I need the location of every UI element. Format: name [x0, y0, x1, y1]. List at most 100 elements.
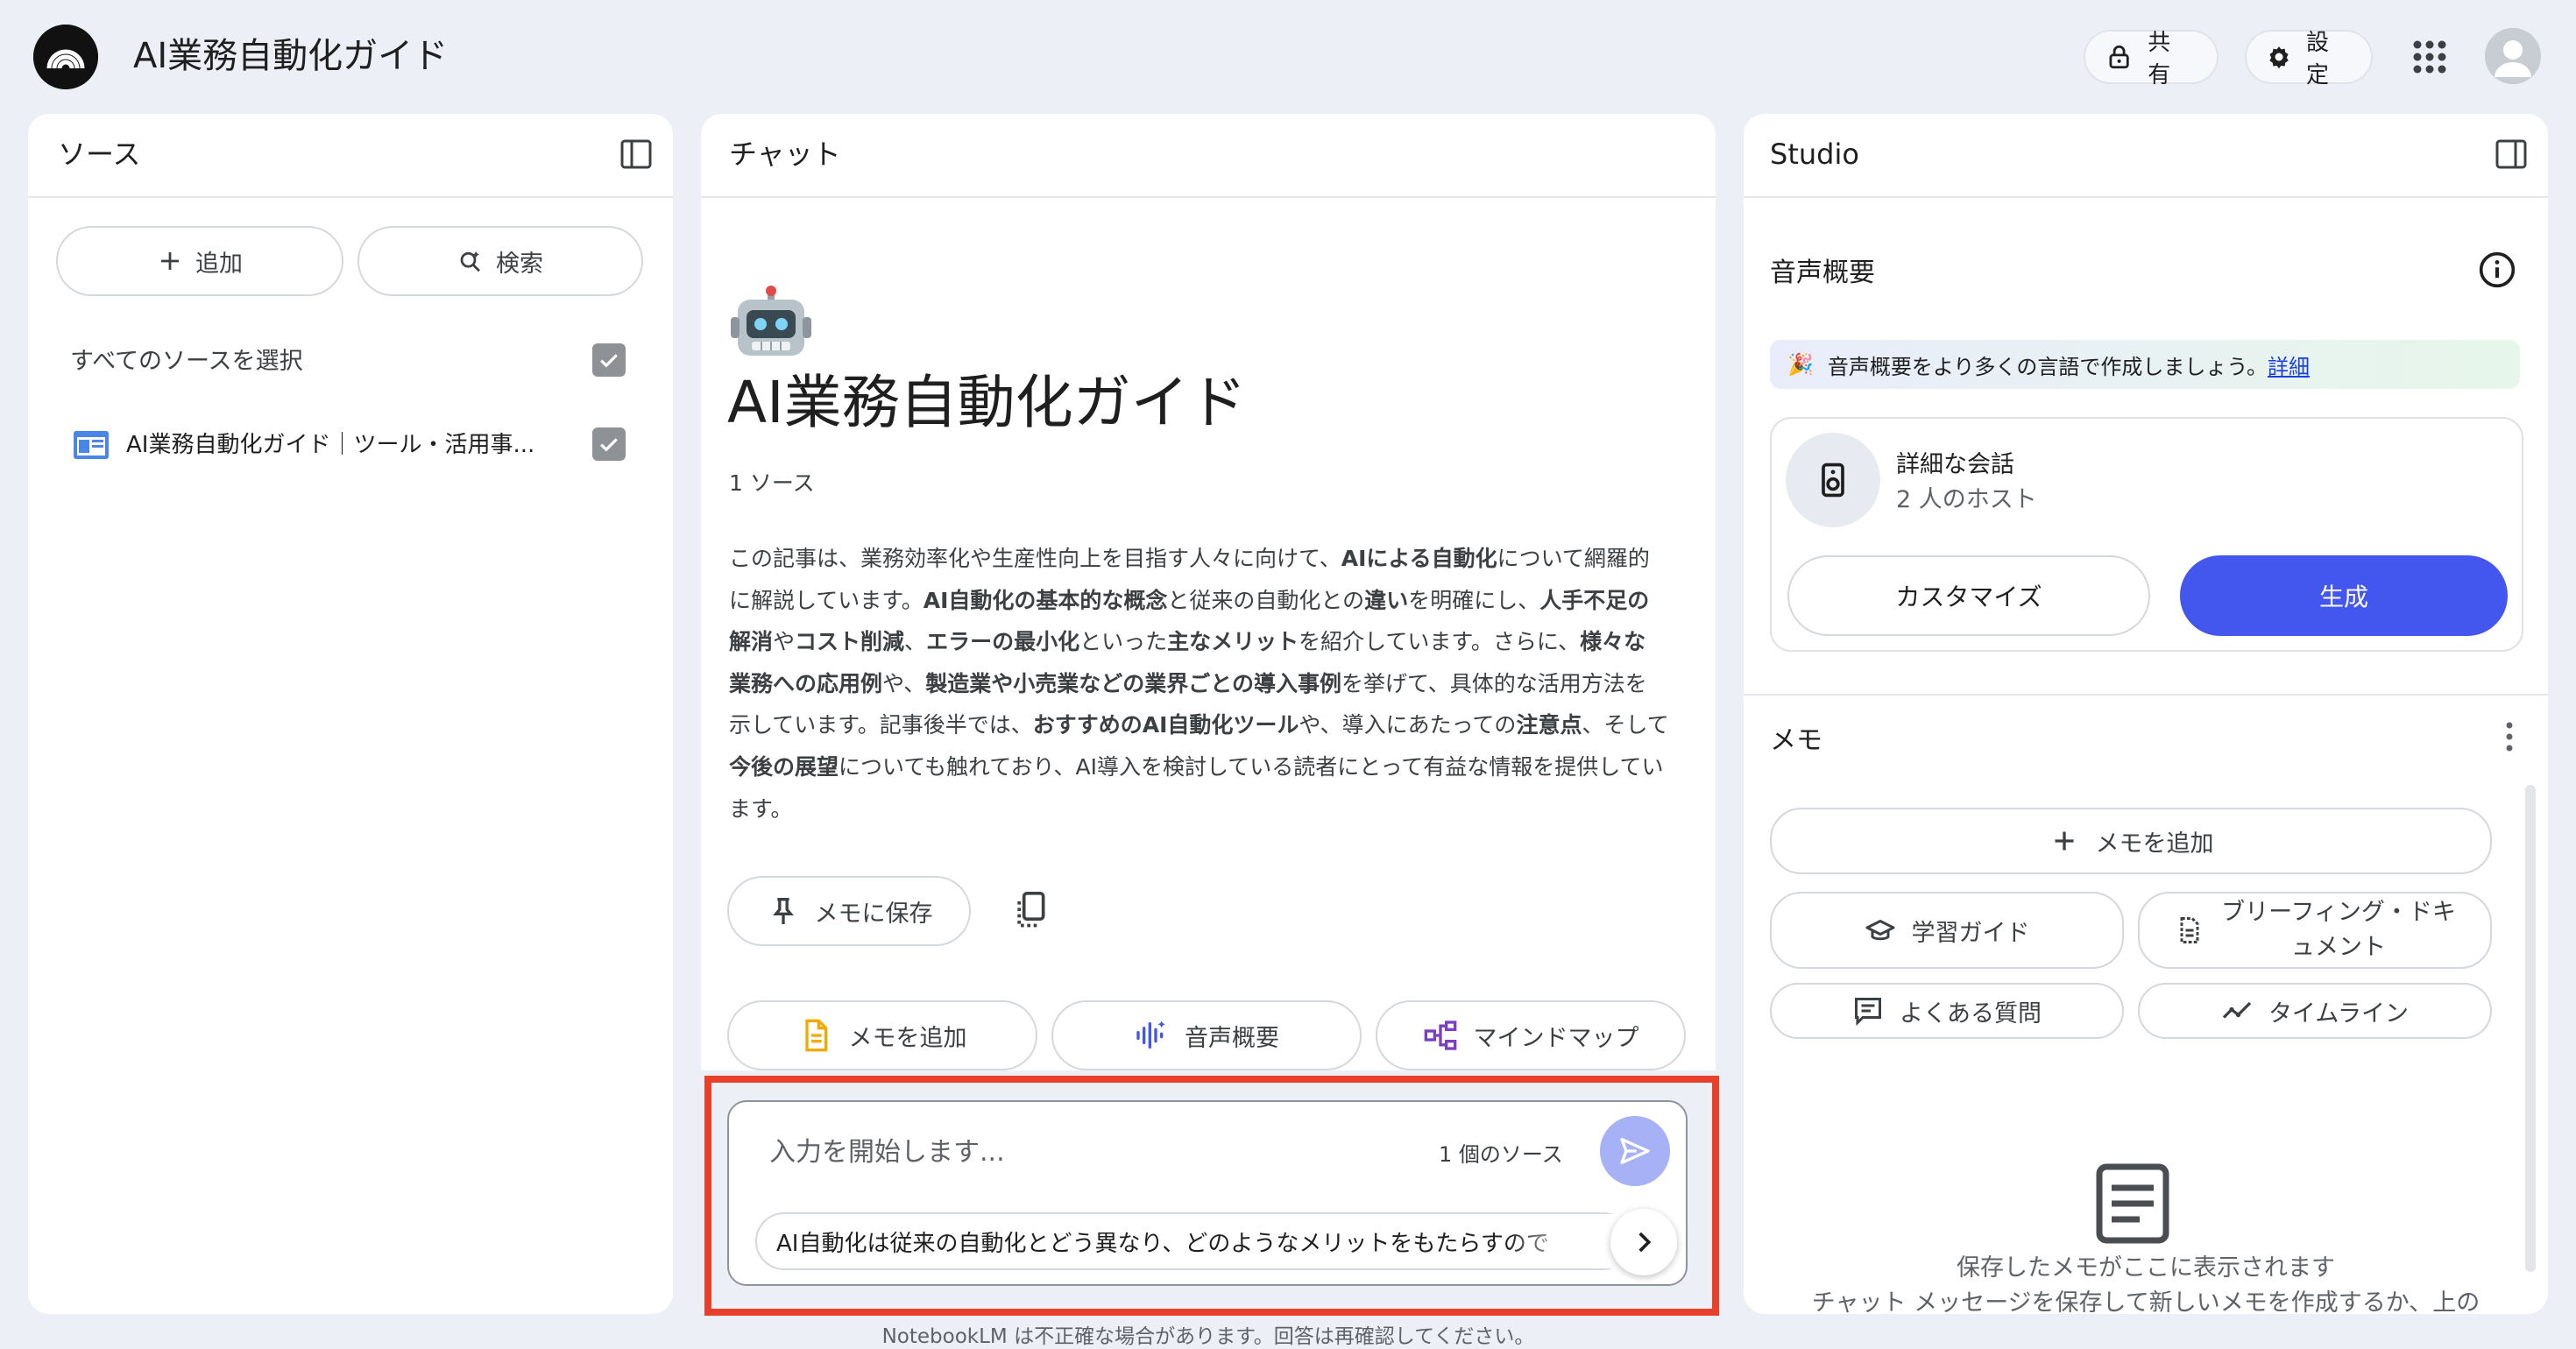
info-icon[interactable] [2478, 251, 2516, 289]
notebook-title: AI業務自動化ガイド [727, 369, 1247, 436]
audio-overview-chip[interactable]: 音声概要 [1051, 1000, 1362, 1070]
notebooklm-logo[interactable] [33, 25, 98, 89]
mind-map-chip[interactable]: マインドマップ [1376, 1000, 1686, 1070]
summary-line: に解説しています。AI自動化の基本的な概念と従来の自動化との違いを明確にし、人手… [729, 580, 1693, 622]
faq-icon [1855, 998, 1881, 1027]
divider [701, 196, 1716, 198]
summary-text: 、 [904, 629, 927, 655]
settings-label: 設定 [2306, 30, 2330, 88]
notes-icon [2091, 1162, 2175, 1246]
speaker-icon-wrap [1786, 433, 1880, 527]
lock-icon [2109, 45, 2129, 69]
memo-section-title: メモ [1770, 725, 1822, 756]
summary-text: と従来の自動化との [1167, 587, 1365, 613]
divider [1744, 196, 2548, 198]
briefing-doc-button[interactable]: ブリーフィング・ドキ ュメント [2138, 892, 2492, 969]
audio-card-title: 詳細な会話 [1896, 451, 2014, 478]
source-count: 1 ソース [729, 470, 815, 496]
summary-text: や、導入にあたっての [1299, 712, 1517, 738]
studio-panel-title: Studio [1770, 138, 1859, 171]
summary-text: に解説しています。 [729, 587, 924, 613]
scrollbar[interactable] [2525, 785, 2536, 1272]
summary-text: 示しています。記事後半では、 [729, 712, 1033, 738]
summary-emphasis: 業務への応用例 [729, 670, 883, 696]
summary-text: を挙げて、具体的な活用方法を [1341, 670, 1647, 696]
webpage-source-icon [72, 429, 110, 461]
customize-button[interactable]: カスタマイズ [1787, 555, 2150, 636]
banner-details-link[interactable]: 詳細 [2268, 355, 2310, 379]
faq-button[interactable]: よくある質問 [1770, 983, 2124, 1039]
more-vert-icon[interactable] [2502, 720, 2516, 753]
notebook-emoji: 🤖 [729, 286, 813, 370]
summary-emphasis: 様々な [1580, 629, 1646, 655]
apps-grid-icon[interactable] [2408, 35, 2452, 79]
summary-text: についても触れており、AI導入を検討している読者にとって有益な情報を提供してい [839, 753, 1664, 780]
summary-line: 業務への応用例や、製造業や小売業などの業界ごとの導入事例を挙げて、具体的な活用方… [729, 663, 1693, 705]
user-avatar[interactable] [2485, 28, 2541, 84]
timeline-button[interactable]: タイムライン [2138, 983, 2492, 1039]
select-all-checkbox[interactable] [592, 343, 626, 377]
banner-text: 音声概要をより多くの言語で作成しましょう。詳細 [1827, 354, 2310, 379]
plus-icon [161, 252, 179, 270]
person-icon [2485, 28, 2541, 84]
copy-icon[interactable] [1011, 890, 1050, 932]
discover-sources-label: 検索 [496, 250, 543, 278]
summary-emphasis: おすすめのAI自動化ツール [1032, 712, 1299, 738]
add-source-label: 追加 [195, 250, 243, 278]
select-all-label: すべてのソースを選択 [70, 348, 303, 375]
notebook-title-header[interactable]: AI業務自動化ガイド [133, 33, 448, 79]
language-banner: 🎉 音声概要をより多くの言語で作成しましょう。詳細 [1770, 340, 2520, 389]
collapse-panel-icon[interactable] [2494, 137, 2529, 172]
add-memo-button-label: メモを追加 [2095, 830, 2214, 858]
source-item-label[interactable]: AI業務自動化ガイド｜ツール・活用事... [126, 427, 534, 459]
share-button[interactable]: 共有 [2084, 30, 2219, 88]
save-to-memo-label: メモに保存 [814, 900, 933, 928]
source-item-checkbox[interactable] [592, 427, 626, 461]
collapse-panel-icon[interactable] [619, 137, 654, 172]
check-icon [600, 438, 618, 452]
save-to-memo-button[interactable]: メモに保存 [727, 876, 971, 946]
gear-icon [2269, 46, 2289, 69]
divider [1744, 694, 2548, 696]
notebook-summary: この記事は、業務効率化や生産性向上を目指す人々に向けて、AIによる自動化について… [729, 538, 1693, 830]
audio-waveform-icon [1136, 1021, 1165, 1049]
add-memo-chip[interactable]: メモを追加 [727, 1000, 1037, 1070]
empty-state-description: チャット メッセージを保存して新しいメモを作成するか、上の [1811, 1289, 2480, 1317]
robot-icon [731, 286, 811, 356]
document-icon [804, 1019, 827, 1052]
summary-text: この記事は、業務効率化や生産性向上を目指す人々に向けて、 [729, 546, 1341, 571]
settings-button[interactable]: 設定 [2245, 30, 2373, 88]
audio-overview-section-title: 音声概要 [1770, 258, 1875, 288]
faq-label: よくある質問 [1900, 999, 2042, 1028]
audio-card-subtitle: 2 人のホスト [1896, 486, 2037, 513]
studio-panel [1744, 114, 2548, 1314]
discover-sources-button[interactable]: 検索 [357, 226, 643, 296]
summary-emphasis: 今後の展望 [729, 753, 839, 780]
mind-map-icon [1424, 1021, 1456, 1050]
summary-text: や、 [882, 670, 926, 696]
study-guide-button[interactable]: 学習ガイド [1770, 892, 2124, 969]
divider [28, 196, 673, 198]
summary-emphasis: 製造業や小売業などの業界ごとの導入事例 [925, 670, 1342, 696]
check-icon [600, 354, 618, 368]
summary-emphasis: 解消 [729, 629, 774, 655]
add-source-button[interactable]: 追加 [56, 226, 343, 296]
generate-button[interactable]: 生成 [2180, 555, 2508, 636]
summary-line: 今後の展望についても触れており、AI導入を検討している読者にとって有益な情報を提… [729, 746, 1693, 788]
summary-line: 示しています。記事後半では、おすすめのAI自動化ツールや、導入にあたっての注意点… [729, 704, 1693, 746]
pin-icon [772, 898, 794, 924]
chat-panel-title: チャット [729, 138, 841, 171]
summary-line: この記事は、業務効率化や生産性向上を目指す人々に向けて、AIによる自動化について… [729, 538, 1693, 580]
party-icon: 🎉 [1787, 352, 1814, 377]
timeline-label: タイムライン [2268, 999, 2410, 1028]
graduation-cap-icon [1865, 920, 1894, 941]
summary-line: 解消やコスト削減、エラーの最小化といった主なメリットを紹介しています。さらに、様… [729, 621, 1693, 663]
add-memo-button[interactable]: メモを追加 [1770, 808, 2492, 874]
disclaimer: NotebookLM は不正確な場合があります。回答は再確認してください。 [881, 1325, 1535, 1348]
summary-text: を明確にし、 [1408, 587, 1540, 613]
audio-overview-chip-label: 音声概要 [1185, 1024, 1279, 1052]
speaker-icon [1822, 463, 1844, 498]
briefing-doc-label: ブリーフィング・ドキ ュメント [2221, 899, 2456, 961]
logo-icon [33, 25, 98, 89]
empty-state-title: 保存したメモがここに表示されます [1957, 1254, 2335, 1282]
